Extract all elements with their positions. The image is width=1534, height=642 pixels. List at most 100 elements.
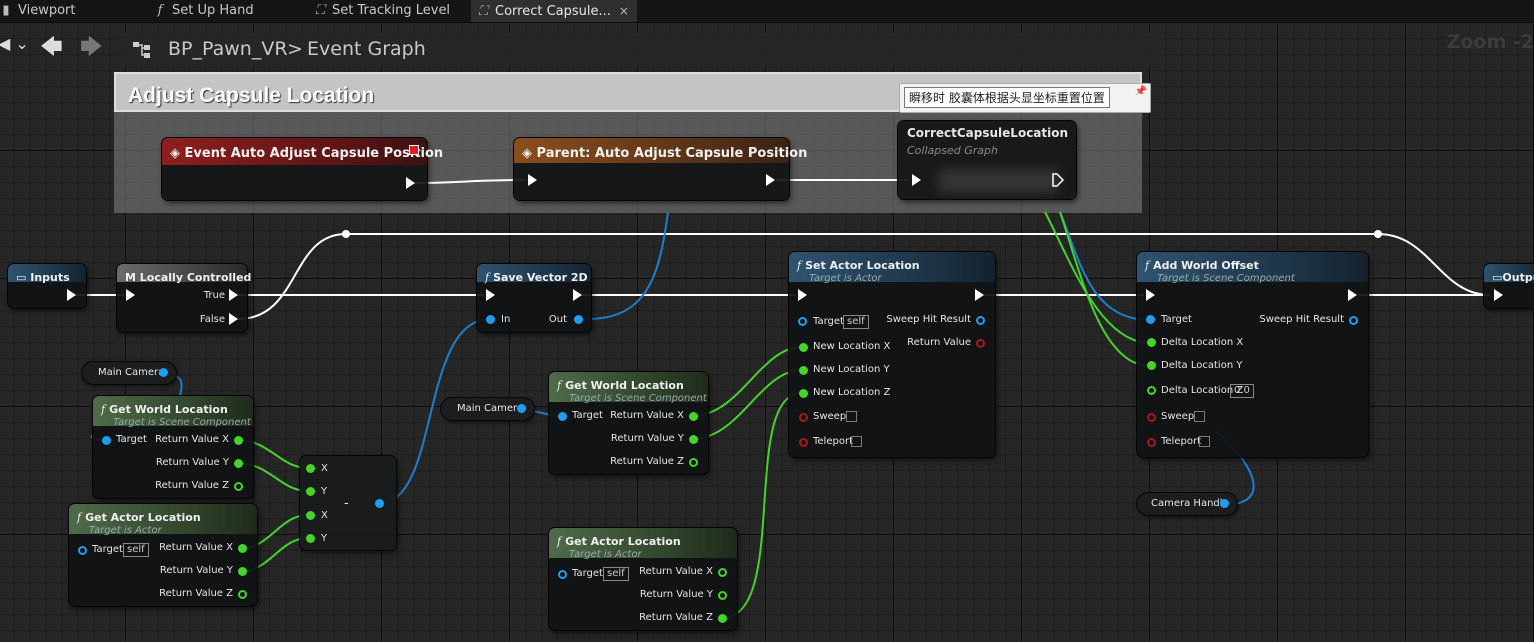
teleport-pin[interactable] (1147, 438, 1156, 447)
pin-label: Return Value X (639, 566, 713, 577)
var-out-pin[interactable] (517, 404, 526, 413)
new-location-x-pin[interactable] (799, 343, 808, 352)
forward-arrow-icon[interactable]: 🡆 (80, 30, 103, 68)
get-world-location-node[interactable]: f Get World Location Target is Scene Comp… (93, 396, 253, 498)
sweep-checkbox[interactable] (846, 411, 857, 422)
b-x-pin[interactable] (306, 511, 315, 520)
return-z-pin[interactable] (238, 590, 247, 599)
return-y-pin[interactable] (718, 591, 727, 600)
delta-y-pin[interactable] (1147, 361, 1156, 370)
target-pin[interactable] (558, 412, 567, 421)
dropdown-icon[interactable]: ◀ ⌄ (0, 34, 29, 53)
exec-in-pin[interactable] (1494, 289, 1503, 301)
outputs-node[interactable]: ▭Outpu (1484, 264, 1534, 308)
event-node[interactable]: ◈ Event Auto Adjust Capsule Position (162, 138, 443, 200)
save-vector-node[interactable]: f Save Vector 2D In Out (477, 264, 591, 332)
collapsed-graph-node[interactable]: CorrectCapsuleLocation Collapsed Graph (898, 121, 1076, 199)
return-pin[interactable] (976, 339, 985, 348)
return-y-pin[interactable] (234, 459, 243, 468)
target-pin[interactable] (558, 570, 567, 579)
exec-out-true-pin[interactable] (229, 289, 238, 301)
exec-out-pin-hollow[interactable] (1052, 173, 1064, 187)
get-world-location-node[interactable]: f Get World Location Target is Scene Comp… (549, 372, 708, 474)
return-x-pin[interactable] (234, 436, 243, 445)
exec-out-pin[interactable] (406, 177, 415, 189)
parent-node[interactable]: ◈ Parent: Auto Adjust Capsule Position (514, 138, 807, 200)
exec-out-pin[interactable] (67, 289, 76, 301)
exec-out-pin[interactable] (766, 174, 775, 186)
breadcrumb-blueprint[interactable]: BP_Pawn_VR (168, 38, 288, 60)
return-z-pin[interactable] (689, 458, 698, 467)
inputs-node[interactable]: ▭ Inputs (8, 264, 86, 308)
teleport-pin[interactable] (799, 438, 808, 447)
return-x-pin[interactable] (238, 544, 247, 553)
exec-out-pin[interactable] (573, 289, 582, 301)
return-z-pin[interactable] (718, 614, 727, 623)
tab-set-up-hand[interactable]: f Set Up Hand (152, 0, 254, 22)
operator-label: - (344, 496, 349, 511)
new-location-z-pin[interactable] (799, 389, 808, 398)
return-y-pin[interactable] (238, 567, 247, 576)
back-arrow-icon[interactable]: 🡄 (40, 30, 63, 68)
return-z-pin[interactable] (234, 482, 243, 491)
tab-set-tracking-level[interactable]: ⛶ Set Tracking Level (312, 0, 450, 22)
breadcrumb-graph[interactable]: Event Graph (307, 38, 426, 60)
target-pin[interactable] (798, 317, 807, 326)
b-y-pin[interactable] (306, 534, 315, 543)
camera-handle-var[interactable]: Camera Handle (1137, 493, 1237, 515)
comment-bubble[interactable]: 瞬移时 胶囊体根据头显坐标重置位置 📌 (899, 83, 1151, 113)
exec-in-pin[interactable] (528, 174, 537, 186)
sweep-pin[interactable] (1147, 413, 1156, 422)
teleport-checkbox[interactable] (851, 436, 862, 447)
vector2d-subtract-node[interactable]: X Y X Y - (300, 456, 396, 550)
get-actor-location-node[interactable]: f Get Actor Location Target is Actor Targ… (69, 504, 257, 606)
main-camera-var[interactable]: Main Camera (441, 398, 534, 420)
teleport-checkbox[interactable] (1199, 436, 1210, 447)
close-icon[interactable]: × (619, 4, 629, 18)
get-actor-location-node[interactable]: f Get Actor Location Target is Actor Targ… (549, 528, 737, 630)
new-location-y-pin[interactable] (799, 366, 808, 375)
sweep-pin[interactable] (799, 413, 808, 422)
pin-icon[interactable]: 📌 (1135, 86, 1147, 97)
sweep-hit-pin[interactable] (976, 316, 985, 325)
set-actor-location-node[interactable]: f Set Actor Location Target is Actor Targ… (789, 252, 995, 457)
exec-in-pin[interactable] (1146, 289, 1155, 301)
add-world-offset-node[interactable]: f Add World Offset Target is Scene Compon… (1137, 252, 1368, 457)
tab-viewport[interactable]: ▮ Viewport (0, 0, 75, 22)
a-x-pin[interactable] (306, 464, 315, 473)
main-camera-var[interactable]: Main Camera (82, 362, 176, 384)
exec-in-pin[interactable] (126, 289, 135, 301)
result-pin[interactable] (375, 499, 384, 508)
return-x-pin[interactable] (689, 412, 698, 421)
in-pin[interactable] (486, 315, 495, 324)
exec-in-pin[interactable] (798, 289, 807, 301)
return-y-pin[interactable] (689, 435, 698, 444)
var-out-pin[interactable] (1220, 499, 1229, 508)
reroute-knot[interactable] (342, 230, 350, 238)
target-pin[interactable] (1146, 315, 1155, 324)
return-x-pin[interactable] (718, 568, 727, 577)
exec-in-pin[interactable] (486, 289, 495, 301)
exec-out-false-pin[interactable] (229, 313, 238, 325)
sweep-hit-pin[interactable] (1349, 316, 1358, 325)
target-pin[interactable] (78, 546, 87, 555)
locally-controlled-node[interactable]: M Locally Controlled True False (117, 264, 251, 332)
pin-label: Sweep (813, 411, 847, 422)
exec-out-pin[interactable] (1348, 289, 1357, 301)
out-pin[interactable] (574, 315, 583, 324)
delta-z-field[interactable]: 0.0 (1230, 384, 1254, 398)
var-out-pin[interactable] (159, 368, 168, 377)
target-self-field[interactable]: self (603, 567, 629, 581)
target-self-field[interactable]: self (843, 315, 869, 329)
target-pin[interactable] (102, 436, 111, 445)
delta-x-pin[interactable] (1147, 338, 1156, 347)
a-y-pin[interactable] (306, 487, 315, 496)
pin-label-target: Target (92, 544, 123, 555)
tab-correct-capsule[interactable]: ⛶ Correct Capsule... × (471, 0, 637, 22)
sweep-checkbox[interactable] (1194, 411, 1205, 422)
target-self-field[interactable]: self (123, 543, 149, 557)
exec-in-pin[interactable] (912, 174, 921, 186)
reroute-knot[interactable] (1374, 230, 1382, 238)
delta-z-pin[interactable] (1147, 386, 1156, 395)
exec-out-pin[interactable] (975, 289, 984, 301)
